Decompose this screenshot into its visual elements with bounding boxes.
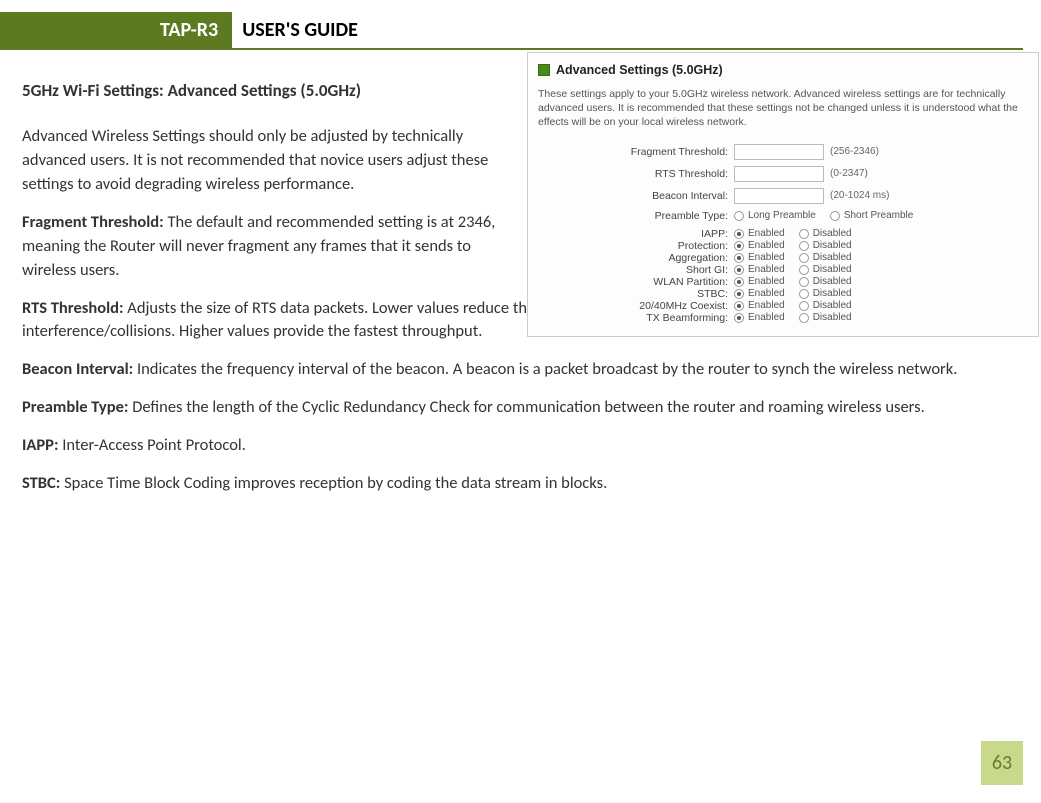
row-label: 20/40MHz Coexist: — [598, 300, 728, 312]
radio-icon — [799, 265, 809, 275]
radio-icon — [734, 253, 744, 263]
radio-icon — [799, 301, 809, 311]
radio-icon — [734, 241, 744, 251]
row-2040mhzcoexist: 20/40MHz Coexist: Enabled Disabled — [598, 300, 1028, 312]
row-label: Aggregation: — [598, 252, 728, 264]
input-beacon[interactable] — [734, 188, 824, 204]
radio-disabled[interactable]: Disabled — [799, 228, 860, 239]
row-protection: Protection: Enabled Disabled — [598, 240, 1028, 252]
row-stbc: STBC: Enabled Disabled — [598, 288, 1028, 300]
panel-title: Advanced Settings (5.0GHz) — [556, 63, 723, 77]
label-preamble: Preamble Type: — [598, 210, 728, 222]
radio-disabled[interactable]: Disabled — [799, 300, 860, 311]
beacon-paragraph: Beacon Interval: Indicates the frequency… — [22, 358, 1019, 382]
content-area: 5GHz Wi-Fi Settings: Advanced Settings (… — [0, 50, 1041, 496]
row-label: Short GI: — [598, 264, 728, 276]
panel-description: These settings apply to your 5.0GHz wire… — [538, 87, 1028, 130]
stbc-text: Space Time Block Coding improves recepti… — [64, 473, 607, 493]
radio-icon — [799, 289, 809, 299]
label-fragment: Fragment Threshold: — [598, 146, 728, 158]
preamble-paragraph: Preamble Type: Defines the length of the… — [22, 396, 1019, 420]
radio-disabled[interactable]: Disabled — [799, 312, 860, 323]
header-bar: TAP-R3 USER'S GUIDE — [0, 12, 1023, 50]
intro-paragraph: Advanced Wireless Settings should only b… — [22, 125, 502, 197]
panel-title-row: Advanced Settings (5.0GHz) — [538, 63, 1028, 77]
row-iapp: IAPP: Enabled Disabled — [598, 228, 1028, 240]
radio-icon — [734, 277, 744, 287]
stbc-label: STBC: — [22, 473, 64, 493]
panel-form: Fragment Threshold: (256-2346) RTS Thres… — [538, 144, 1028, 324]
radio-enabled[interactable]: Enabled — [734, 240, 793, 251]
section-title: 5GHz Wi-Fi Settings: Advanced Settings (… — [22, 80, 502, 101]
row-shortgi: Short GI: Enabled Disabled — [598, 264, 1028, 276]
iapp-label: IAPP: — [22, 435, 62, 455]
row-label: STBC: — [598, 288, 728, 300]
radio-disabled[interactable]: Disabled — [799, 252, 860, 263]
preamble-text: Defines the length of the Cyclic Redunda… — [132, 397, 925, 417]
radio-icon — [734, 229, 744, 239]
radio-icon — [799, 313, 809, 323]
radio-icon — [734, 313, 744, 323]
radio-icon — [734, 301, 744, 311]
input-fragment[interactable] — [734, 144, 824, 160]
page-number: 63 — [981, 741, 1023, 785]
row-label: TX Beamforming: — [598, 312, 728, 324]
radio-disabled[interactable]: Disabled — [799, 264, 860, 275]
settings-panel: Advanced Settings (5.0GHz) These setting… — [527, 52, 1039, 337]
hint-beacon: (20-1024 ms) — [830, 190, 889, 201]
fragment-label: Fragment Threshold: — [22, 212, 167, 232]
panel-square-icon — [538, 64, 550, 76]
row-wlanpartition: WLAN Partition: Enabled Disabled — [598, 276, 1028, 288]
radio-icon — [799, 253, 809, 263]
row-rts-threshold: RTS Threshold: (0-2347) — [598, 166, 1028, 182]
row-label: WLAN Partition: — [598, 276, 728, 288]
header-title: USER'S GUIDE — [232, 12, 358, 48]
radio-enabled[interactable]: Enabled — [734, 228, 793, 239]
iapp-paragraph: IAPP: Inter-Access Point Protocol. — [22, 434, 1019, 458]
row-fragment-threshold: Fragment Threshold: (256-2346) — [598, 144, 1028, 160]
hint-fragment: (256-2346) — [830, 146, 879, 157]
radio-disabled[interactable]: Disabled — [799, 240, 860, 251]
radio-enabled[interactable]: Enabled — [734, 276, 793, 287]
radio-icon — [734, 289, 744, 299]
row-aggregation: Aggregation: Enabled Disabled — [598, 252, 1028, 264]
radio-disabled[interactable]: Disabled — [799, 288, 860, 299]
radio-icon — [830, 211, 840, 221]
beacon-text: Indicates the frequency interval of the … — [137, 359, 957, 379]
stbc-paragraph: STBC: Space Time Block Coding improves r… — [22, 472, 1019, 496]
hint-rts: (0-2347) — [830, 168, 868, 179]
radio-short-preamble[interactable]: Short Preamble — [830, 210, 921, 221]
input-rts[interactable] — [734, 166, 824, 182]
radio-enabled[interactable]: Enabled — [734, 264, 793, 275]
radio-long-preamble[interactable]: Long Preamble — [734, 210, 824, 221]
radio-icon — [799, 241, 809, 251]
radio-enabled[interactable]: Enabled — [734, 312, 793, 323]
row-label: IAPP: — [598, 228, 728, 240]
row-txbeamforming: TX Beamforming: Enabled Disabled — [598, 312, 1028, 324]
fragment-paragraph: Fragment Threshold: The default and reco… — [22, 211, 502, 283]
beacon-label: Beacon Interval: — [22, 359, 137, 379]
rts-label: RTS Threshold: — [22, 298, 127, 318]
label-beacon: Beacon Interval: — [598, 190, 728, 202]
radio-icon — [734, 265, 744, 275]
preamble-label: Preamble Type: — [22, 397, 132, 417]
radio-icon — [799, 229, 809, 239]
header-model: TAP-R3 — [0, 12, 232, 48]
row-preamble-type: Preamble Type: Long Preamble Short Pream… — [598, 210, 1028, 222]
label-rts: RTS Threshold: — [598, 168, 728, 180]
radio-enabled[interactable]: Enabled — [734, 300, 793, 311]
radio-icon — [799, 277, 809, 287]
row-beacon-interval: Beacon Interval: (20-1024 ms) — [598, 188, 1028, 204]
radio-enabled[interactable]: Enabled — [734, 252, 793, 263]
radio-icon — [734, 211, 744, 221]
iapp-text: Inter-Access Point Protocol. — [62, 435, 246, 455]
radio-enabled[interactable]: Enabled — [734, 288, 793, 299]
row-label: Protection: — [598, 240, 728, 252]
radio-disabled[interactable]: Disabled — [799, 276, 860, 287]
